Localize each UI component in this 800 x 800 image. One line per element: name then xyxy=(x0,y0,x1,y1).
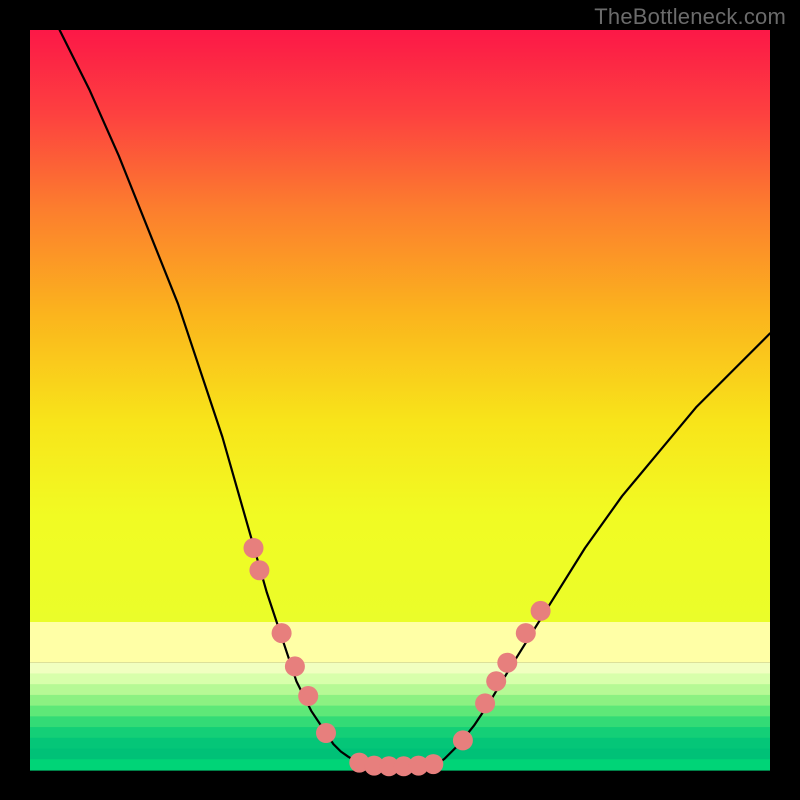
background-gradient xyxy=(30,30,770,771)
marker-dot xyxy=(272,623,292,643)
marker-dot xyxy=(285,656,305,676)
marker-dot xyxy=(475,693,495,713)
marker-dot xyxy=(423,754,443,774)
marker-dot xyxy=(531,601,551,621)
chart-stage: TheBottleneck.com xyxy=(0,0,800,800)
marker-dot xyxy=(249,560,269,580)
bottleneck-chart xyxy=(0,0,800,800)
marker-dot xyxy=(244,538,264,558)
marker-dot xyxy=(497,653,517,673)
marker-dot xyxy=(316,723,336,743)
marker-dot xyxy=(486,671,506,691)
marker-dot xyxy=(298,686,318,706)
marker-dot xyxy=(453,730,473,750)
watermark-text: TheBottleneck.com xyxy=(594,4,786,30)
marker-dot xyxy=(516,623,536,643)
